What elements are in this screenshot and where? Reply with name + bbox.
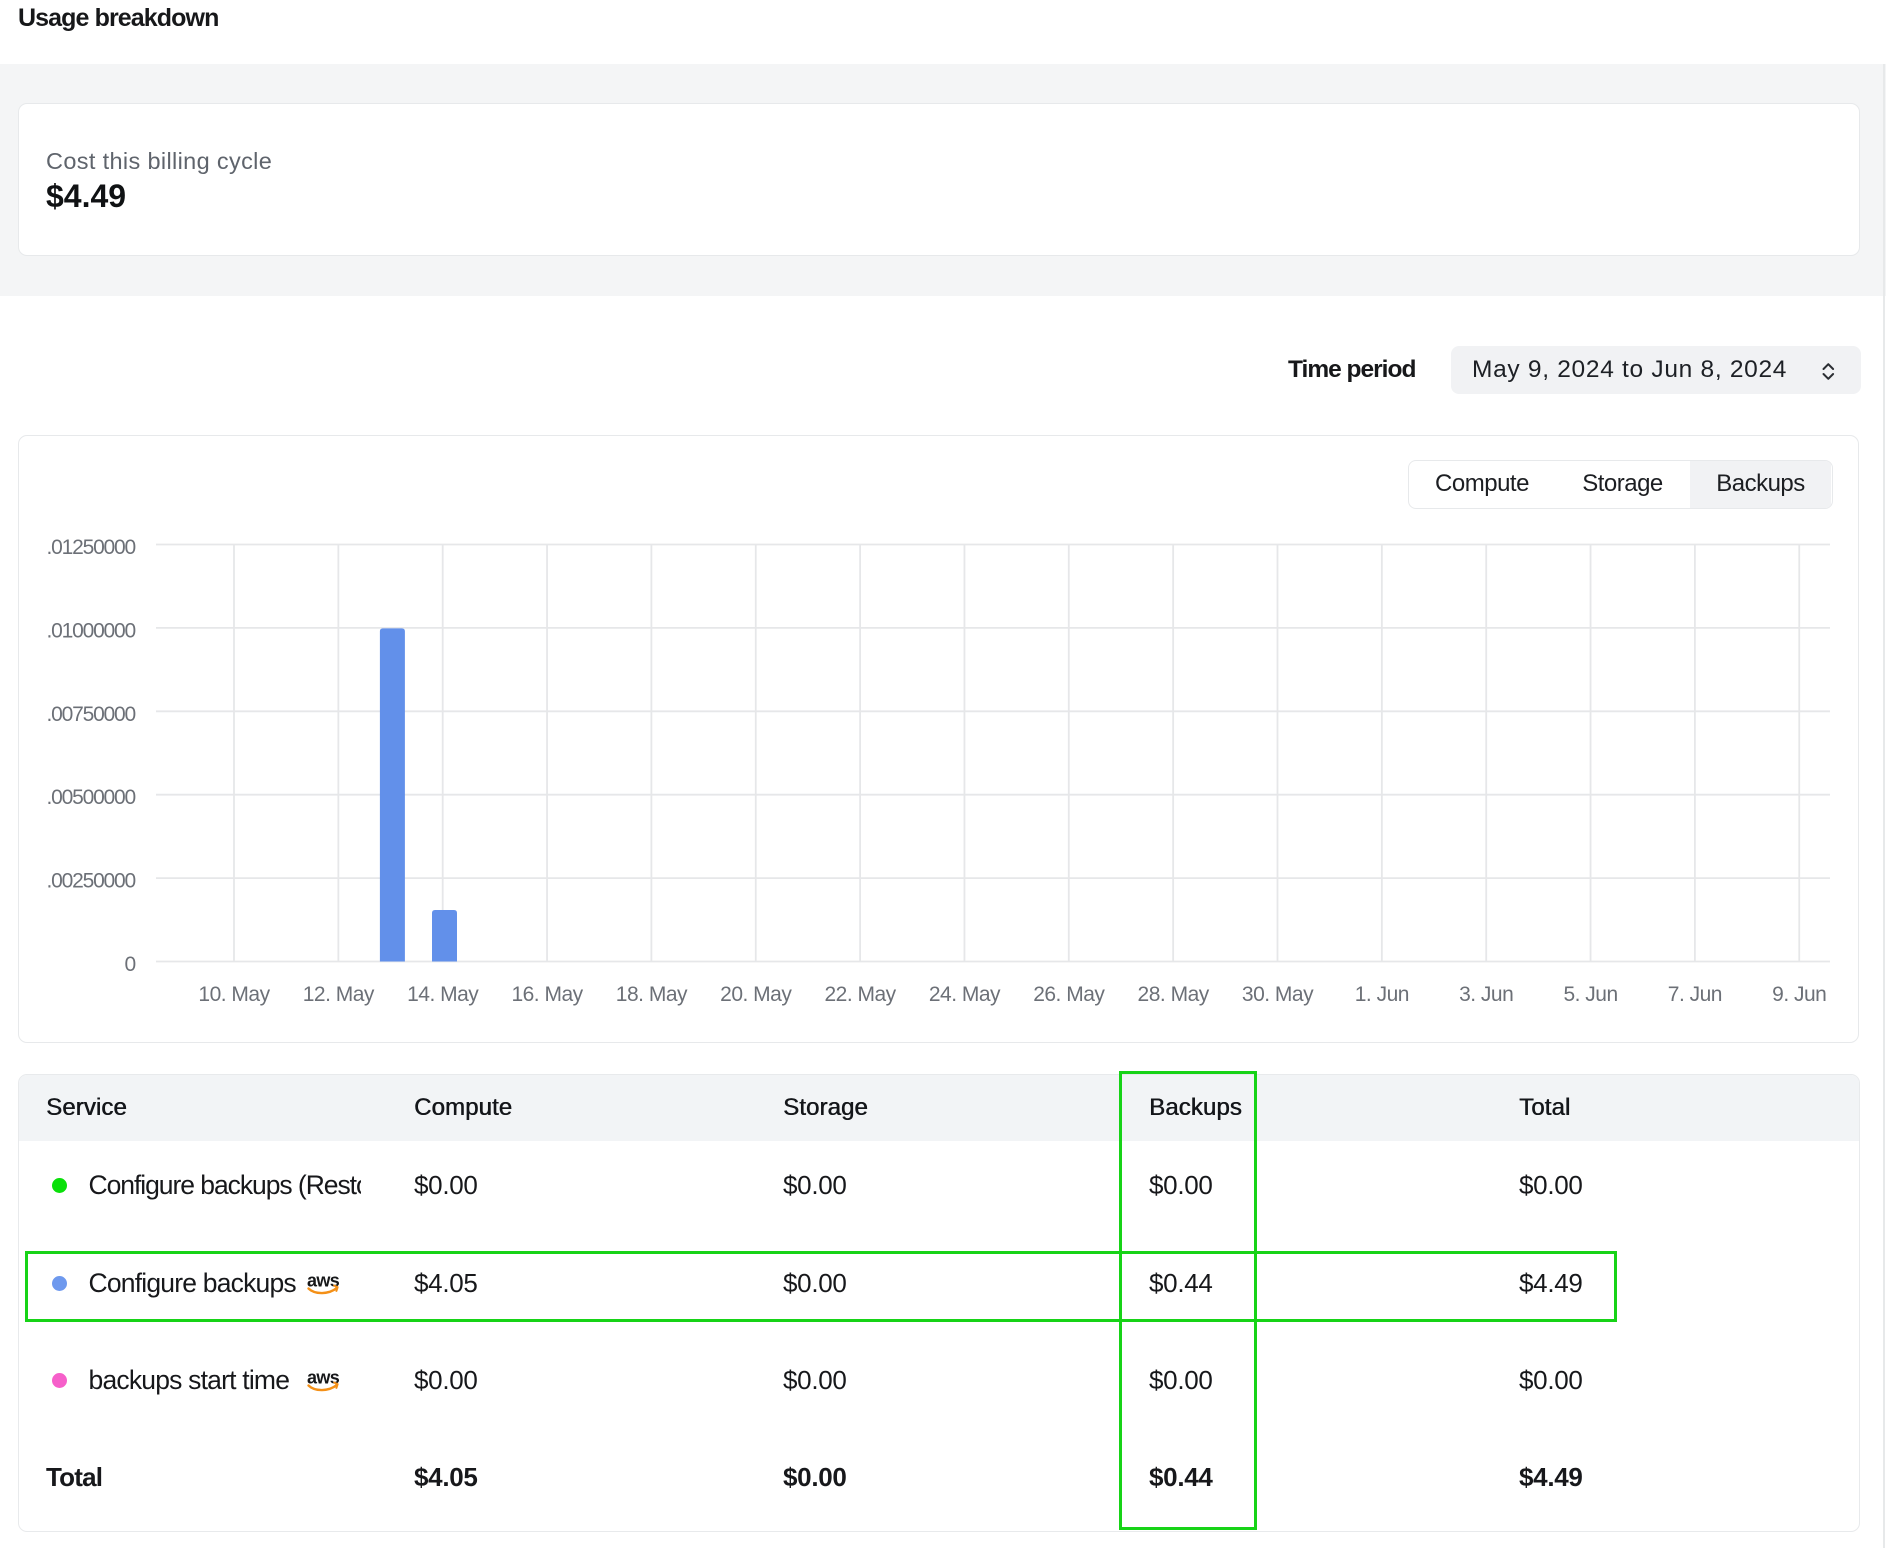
svg-text:aws: aws	[307, 1370, 340, 1388]
svg-text:26. May: 26. May	[1033, 983, 1105, 1006]
svg-text:9. Jun: 9. Jun	[1772, 983, 1826, 1006]
svg-text:5. Jun: 5. Jun	[1563, 983, 1617, 1006]
svg-text:3. Jun: 3. Jun	[1459, 983, 1513, 1006]
svg-text:7. Jun: 7. Jun	[1668, 983, 1722, 1006]
svg-text:.01000000: .01000000	[47, 619, 136, 642]
svg-text:.00250000: .00250000	[47, 870, 136, 893]
svg-text:28. May: 28. May	[1138, 983, 1210, 1006]
svg-text:18. May: 18. May	[616, 983, 688, 1006]
svg-text:14. May: 14. May	[407, 983, 479, 1006]
svg-text:1. Jun: 1. Jun	[1355, 983, 1409, 1006]
svg-text:30. May: 30. May	[1242, 983, 1314, 1006]
svg-text:.01250000: .01250000	[47, 536, 136, 559]
svg-text:22. May: 22. May	[824, 983, 896, 1006]
svg-text:16. May: 16. May	[511, 983, 583, 1006]
svg-text:24. May: 24. May	[929, 983, 1001, 1006]
svg-text:12. May: 12. May	[303, 983, 375, 1006]
svg-text:0: 0	[125, 953, 136, 976]
svg-text:.00750000: .00750000	[47, 703, 136, 726]
svg-text:.00500000: .00500000	[47, 786, 136, 809]
svg-text:10. May: 10. May	[198, 983, 270, 1006]
svg-text:20. May: 20. May	[720, 983, 792, 1006]
